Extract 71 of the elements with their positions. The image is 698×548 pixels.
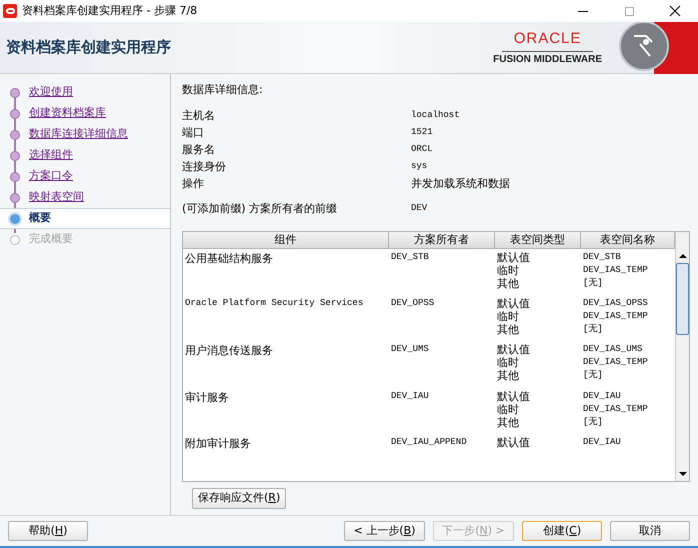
app-icon: [3, 4, 17, 18]
table-cell-text: [无]: [583, 416, 604, 429]
table-cell-text: [无]: [583, 369, 604, 382]
table-cell: DEV_IAS_OPSS: [583, 296, 648, 310]
step-link[interactable]: 选择组件: [29, 147, 73, 164]
field-label: 连接身份: [182, 158, 227, 175]
table-cell: DEV_IAS_TEMP: [583, 264, 648, 276]
table-cell-text: 其他: [497, 416, 520, 429]
field-value: 并发加载系统和数据: [411, 176, 510, 192]
step-link[interactable]: 欢迎使用: [29, 84, 73, 101]
table-cell-text: DEV_IAU_APPEND: [390, 436, 468, 450]
table-cell-text: 其他: [497, 276, 520, 290]
step-link[interactable]: 映射表空间: [29, 189, 84, 206]
section-heading: 数据库详细信息:: [182, 82, 264, 98]
table-cell-text: 审计服务: [184, 390, 230, 403]
table-cell-text: DEV_IAU: [390, 390, 430, 403]
table-cell-text: 默认值: [497, 436, 531, 450]
table-cell: DEV_IAU: [583, 436, 621, 450]
table-cell: DEV_IAS_TEMP: [583, 402, 648, 416]
table-cell-text: 附加审计服务: [184, 436, 252, 450]
table-cell-text: DEV_IAU: [583, 390, 622, 403]
field-value: localhost: [411, 109, 460, 122]
table-cell-text: 其他: [497, 322, 520, 336]
column-header[interactable]: 方案所有者: [389, 232, 495, 248]
scroll-thumb[interactable]: [676, 262, 689, 334]
step-link[interactable]: 数据库连接详细信息: [29, 126, 128, 143]
brand-logo: ORACLE: [502, 28, 594, 52]
table-cell-text: 用户消息传送服务: [184, 343, 274, 356]
window-title: 资料档案库创建实用程序 - 步骤 7/8: [22, 2, 198, 19]
help-button[interactable]: 帮助(H): [8, 521, 88, 541]
table-cell: DEV_IAS_TEMP: [583, 310, 648, 323]
table-cell-text: 默认值: [497, 296, 531, 310]
save-response-button[interactable]: 保存响应文件(R): [192, 488, 286, 508]
table-cell-text: 临时: [497, 310, 520, 323]
create-button[interactable]: 创建(C): [522, 521, 602, 541]
field-label: (可添加前缀) 方案所有者的前缀: [182, 200, 338, 217]
table-cell-text: DEV_STB: [390, 250, 430, 264]
field-label: 端口: [182, 124, 205, 141]
scrollbar[interactable]: [675, 232, 689, 480]
table-cell-text: 公用基础结构服务: [184, 250, 274, 264]
table-cell-text: DEV_OPSS: [390, 296, 436, 310]
table-cell-text: 默认值: [497, 343, 531, 356]
table-cell-text: 默认值: [497, 390, 531, 403]
field-value: ORCL: [411, 143, 433, 156]
step-link[interactable]: 方案口令: [29, 168, 73, 185]
field-value: 1521: [411, 126, 433, 140]
table-cell-text: 临时: [497, 356, 520, 370]
table-cell-text: DEV_STB: [583, 250, 622, 264]
column-header[interactable]: 组件: [183, 232, 389, 248]
cancel-button[interactable]: 取消: [610, 521, 690, 541]
field-value: sys: [411, 160, 428, 174]
header-title: 资料档案库创建实用程序: [6, 37, 171, 58]
table-cell: DEV_IAS_TEMP: [583, 356, 648, 370]
step-link[interactable]: 概要: [29, 210, 51, 227]
table-cell-text: [无]: [583, 276, 604, 290]
back-button[interactable]: < 上一步(B): [344, 521, 425, 541]
table-cell-text: 临时: [497, 264, 520, 276]
table-cell-text: 默认值: [497, 250, 531, 264]
field-value: DEV: [411, 202, 428, 216]
column-header[interactable]: 表空间类型: [495, 232, 581, 248]
table-cell-text: DEV_UMS: [390, 343, 430, 356]
table-cell-text: DEV_IAS_UMS: [583, 343, 644, 356]
field-label: 服务名: [182, 142, 216, 158]
product-name: FUSION MIDDLEWARE: [493, 52, 602, 67]
field-label: 主机名: [182, 108, 216, 124]
table-cell-text: 临时: [497, 402, 520, 416]
table-cell-text: Oracle Platform Security Services: [184, 296, 364, 310]
field-label: 操作: [182, 176, 205, 192]
step-link[interactable]: 创建资料档案库: [29, 105, 106, 122]
table-cell-text: [无]: [583, 322, 604, 336]
table-cell-text: 其他: [497, 369, 520, 382]
